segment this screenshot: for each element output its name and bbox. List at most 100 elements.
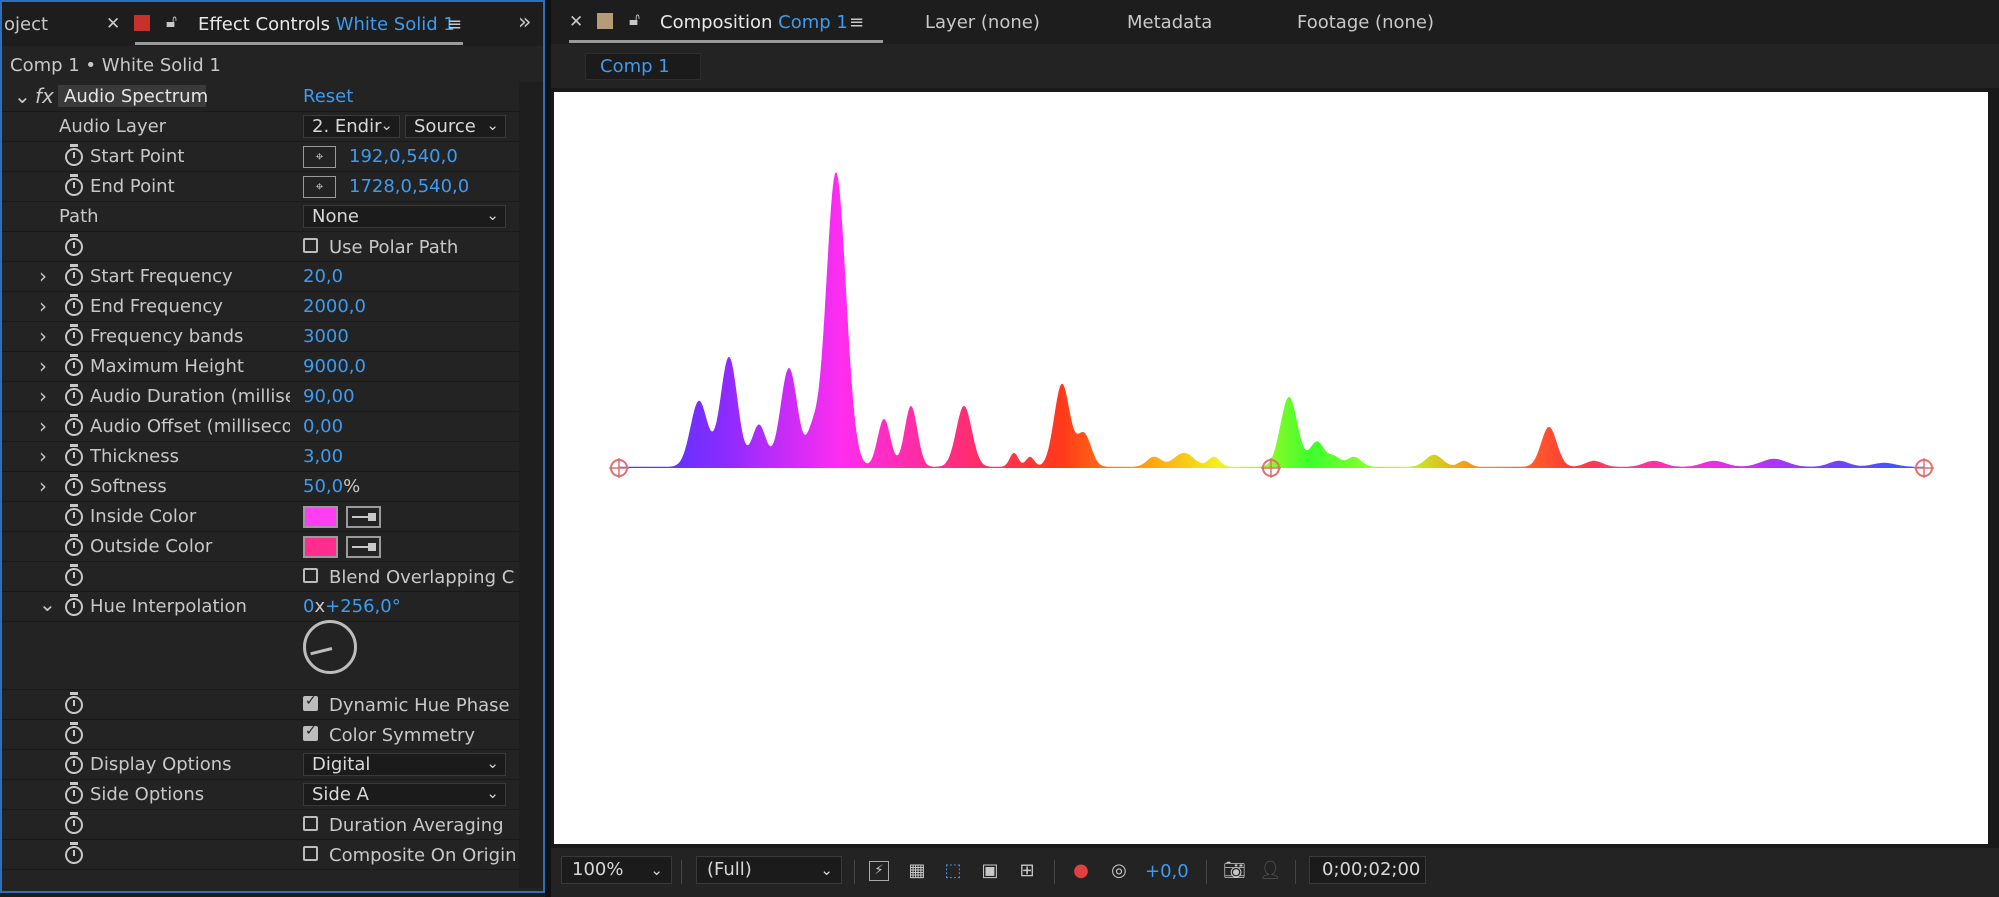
inside-color-swatch[interactable] [303, 506, 338, 528]
stopwatch-icon[interactable] [65, 842, 83, 864]
fast-previews-icon[interactable]: ⚡︎ [869, 861, 889, 881]
timecode-field[interactable]: 0;00;02;00 [1309, 856, 1426, 884]
stopwatch-icon[interactable] [65, 294, 83, 316]
audio-duration-value[interactable]: 90,00 [303, 386, 355, 407]
hue-degrees[interactable]: +256,0° [325, 596, 401, 617]
chevron-right-icon[interactable]: › [39, 264, 47, 288]
chevron-right-icon[interactable]: › [39, 414, 47, 438]
chevron-right-icon[interactable]: › [39, 474, 47, 498]
panel-menu-icon[interactable]: ≡ [447, 14, 462, 35]
stopwatch-icon[interactable] [65, 144, 83, 166]
tab-layer[interactable]: Layer (none) [925, 12, 1040, 33]
stopwatch-icon[interactable] [65, 594, 83, 616]
crosshair-icon[interactable]: ⌖ [303, 146, 336, 168]
eyedropper-icon[interactable] [346, 536, 381, 558]
close-icon[interactable]: ✕ [569, 12, 583, 32]
chevron-right-icon[interactable]: › [39, 384, 47, 408]
chevron-right-icon[interactable]: › [39, 444, 47, 468]
channel-color-icon[interactable]: ● [1070, 861, 1092, 881]
resolution-dropdown[interactable]: (Full) ⌄ [696, 856, 842, 884]
side-options-dropdown[interactable]: Side A ⌄ [303, 783, 506, 806]
stopwatch-icon[interactable] [65, 234, 83, 256]
zoom-dropdown[interactable]: 100% ⌄ [561, 856, 672, 884]
region-of-interest-icon[interactable]: ▣ [979, 861, 1001, 881]
chevron-right-icon[interactable]: › [39, 294, 47, 318]
display-options-dropdown[interactable]: Digital ⌄ [303, 753, 506, 776]
color-management-icon[interactable]: ◎ [1108, 861, 1130, 881]
outside-color-swatch[interactable] [303, 536, 338, 558]
lock-icon[interactable]: 🔓︎ [629, 10, 640, 30]
mask-path-visibility-icon[interactable]: ⬚ [942, 861, 964, 881]
tab-metadata[interactable]: Metadata [1127, 12, 1212, 33]
stopwatch-icon[interactable] [65, 564, 83, 586]
grid-guides-icon[interactable]: ⊞ [1016, 861, 1038, 881]
thickness-value[interactable]: 3,00 [303, 446, 343, 467]
blend-overlapping-checkbox[interactable] [303, 568, 318, 583]
transparency-grid-icon[interactable]: ▦ [906, 861, 928, 881]
tab-project[interactable]: oject [4, 14, 48, 35]
exposure-value[interactable]: +0,0 [1145, 861, 1189, 882]
start-point-value[interactable]: 192,0,540,0 [349, 146, 458, 167]
camera-snapshot-icon[interactable]: 📷︎ [1223, 861, 1246, 881]
softness-value[interactable]: 50,0% [303, 476, 360, 497]
lock-icon[interactable]: 🔓︎ [166, 12, 177, 32]
chevron-down-icon[interactable]: ⌄ [39, 592, 56, 616]
stopwatch-icon[interactable] [65, 752, 83, 774]
composite-on-origin-checkbox[interactable] [303, 846, 318, 861]
checkbox-label: Use Polar Path [329, 237, 459, 258]
chevron-right-icon[interactable]: › [39, 324, 47, 348]
composition-canvas[interactable] [554, 92, 1988, 844]
stopwatch-icon[interactable] [65, 444, 83, 466]
stopwatch-icon[interactable] [65, 534, 83, 556]
eyedropper-icon[interactable] [346, 506, 381, 528]
audio-source-dropdown[interactable]: Source ⌄ [405, 115, 506, 138]
fx-icon[interactable]: fx [35, 84, 54, 108]
use-polar-path-checkbox[interactable] [303, 238, 318, 253]
stopwatch-icon[interactable] [65, 414, 83, 436]
stopwatch-icon[interactable] [65, 722, 83, 744]
audio-layer-dropdown[interactable]: 2. Endir ⌄ [303, 115, 400, 138]
end-frequency-value[interactable]: 2000,0 [303, 296, 366, 317]
stopwatch-icon[interactable] [65, 354, 83, 376]
reset-link[interactable]: Reset [303, 86, 353, 107]
prop-label: Audio Offset (millisecon [90, 416, 290, 437]
hue-interpolation-value[interactable]: 0x+256,0° [303, 596, 401, 617]
crosshair-icon[interactable]: ⌖ [303, 176, 336, 198]
composition-breadcrumb-chip[interactable]: Comp 1 [585, 53, 701, 80]
start-point-handle[interactable] [609, 458, 629, 478]
panel-menu-icon[interactable]: ≡ [849, 12, 864, 33]
end-point-handle[interactable] [1914, 458, 1934, 478]
dynamic-hue-phase-checkbox[interactable] [303, 693, 318, 711]
stopwatch-icon[interactable] [65, 504, 83, 526]
show-snapshot-icon[interactable]: 👤︎ [1259, 861, 1282, 881]
breadcrumb: Comp 1 • White Solid 1 [10, 55, 221, 76]
scrollbar[interactable] [519, 82, 543, 888]
tab-composition[interactable]: Composition Comp 1 [660, 12, 848, 33]
stopwatch-icon[interactable] [65, 812, 83, 834]
maximum-height-value[interactable]: 9000,0 [303, 356, 366, 377]
effect-name[interactable]: Audio Spectrum [64, 86, 208, 107]
stopwatch-icon[interactable] [65, 174, 83, 196]
chevron-right-icon[interactable]: › [39, 354, 47, 378]
stopwatch-icon[interactable] [65, 474, 83, 496]
path-dropdown[interactable]: None ⌄ [303, 205, 506, 228]
hue-revolutions[interactable]: 0 [303, 596, 314, 617]
stopwatch-icon[interactable] [65, 692, 83, 714]
stopwatch-icon[interactable] [65, 264, 83, 286]
tab-effect-controls[interactable]: Effect Controls White Solid 1 [198, 14, 455, 35]
stopwatch-icon[interactable] [65, 384, 83, 406]
stopwatch-icon[interactable] [65, 324, 83, 346]
close-icon[interactable]: ✕ [106, 14, 120, 34]
duration-averaging-checkbox[interactable] [303, 816, 318, 831]
chevron-double-right-icon[interactable]: » [518, 10, 531, 35]
stopwatch-icon[interactable] [65, 782, 83, 804]
end-point-value[interactable]: 1728,0,540,0 [349, 176, 469, 197]
frequency-bands-value[interactable]: 3000 [303, 326, 349, 347]
softness-number[interactable]: 50,0 [303, 476, 343, 497]
tab-footage[interactable]: Footage (none) [1297, 12, 1434, 33]
chevron-down-icon[interactable]: ⌄ [14, 84, 31, 108]
audio-offset-value[interactable]: 0,00 [303, 416, 343, 437]
start-frequency-value[interactable]: 20,0 [303, 266, 343, 287]
angle-dial[interactable] [303, 620, 357, 674]
color-symmetry-checkbox[interactable] [303, 723, 318, 741]
